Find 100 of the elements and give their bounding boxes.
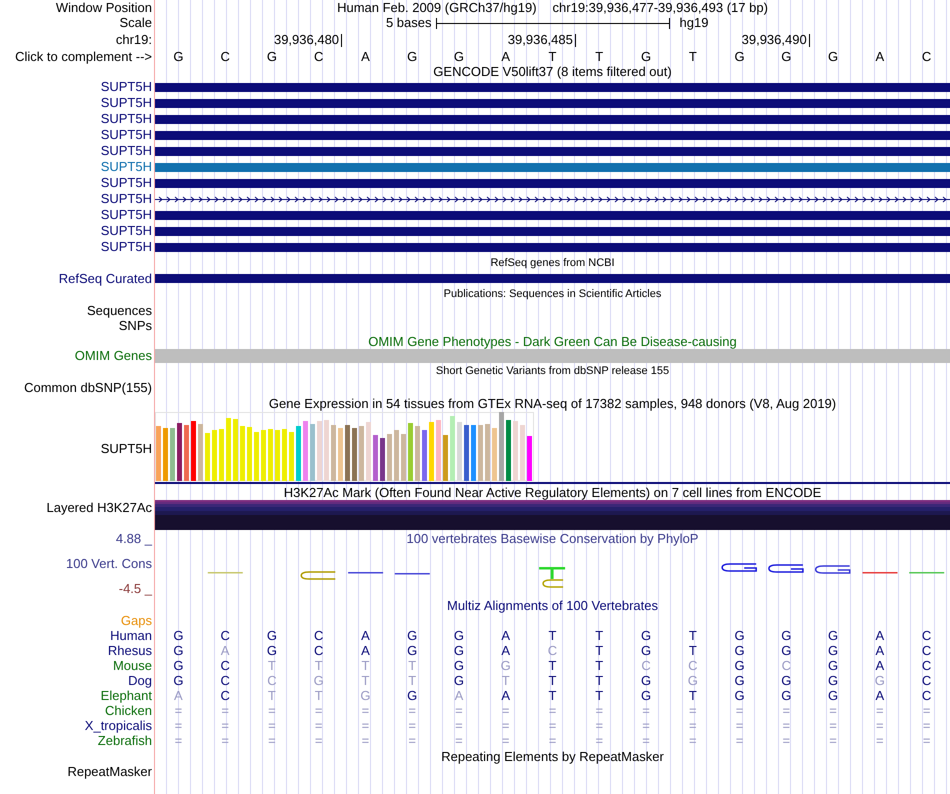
base-letter: C — [220, 674, 230, 688]
base-letter: = — [688, 704, 697, 718]
track-label[interactable]: SUPT5H — [100, 160, 152, 174]
expression-bar — [471, 425, 476, 481]
expression-bar — [191, 421, 196, 481]
ruler-tick — [341, 34, 342, 46]
base-letter: G — [781, 50, 792, 64]
base-letter: G — [173, 644, 184, 658]
track-label[interactable]: OMIM Genes — [74, 349, 152, 363]
track-label[interactable]: SUPT5H — [100, 112, 152, 126]
base-letter: C — [922, 674, 932, 688]
track-label[interactable]: SUPT5H — [100, 176, 152, 190]
track-label[interactable]: Sequences — [86, 304, 152, 318]
track-label[interactable]: SUPT5H — [100, 442, 152, 456]
base-letter: G — [640, 628, 652, 642]
base-letter: T — [408, 658, 416, 672]
track-title: GENCODE V50lift37 (8 items filtered out) — [433, 64, 672, 78]
coordinate-label: 39,936,490 — [742, 33, 807, 47]
species-label[interactable]: Mouse — [112, 658, 152, 672]
logo-glyph — [300, 571, 336, 580]
base-letter: G — [500, 658, 511, 672]
expression-bar — [310, 424, 315, 481]
base-letter: G — [874, 674, 885, 688]
base-letter: G — [173, 658, 184, 672]
base-letter: G — [266, 628, 277, 642]
base-letter: = — [408, 734, 416, 748]
species-label[interactable]: X_tropicalis — [84, 718, 152, 732]
track-label[interactable]: SUPT5H — [100, 240, 152, 254]
species-label[interactable]: Human — [110, 628, 152, 642]
expression-bar — [478, 425, 483, 481]
base-letter: = — [268, 734, 276, 748]
track-label[interactable]: SUPT5H — [100, 192, 152, 206]
base-letter: = — [268, 704, 276, 718]
base-letter: = — [876, 704, 884, 718]
base-letter: G — [640, 644, 652, 658]
expression-bar — [429, 422, 434, 481]
track-label[interactable]: RepeatMasker — [67, 765, 152, 779]
species-label[interactable]: Chicken — [105, 704, 152, 718]
base-letter: G — [734, 688, 745, 702]
track-label[interactable]: SUPT5H — [100, 80, 152, 94]
base-letter: = — [782, 704, 790, 718]
base-letter: G — [454, 644, 464, 658]
row-label: chr19: — [116, 33, 152, 47]
track-label[interactable]: SUPT5H — [100, 144, 152, 158]
base-letter: C — [922, 628, 932, 642]
coordinate-label: 39,936,485 — [508, 33, 573, 47]
base-letter: = — [782, 734, 790, 748]
expression-bar — [422, 430, 427, 481]
base-letter: G — [266, 50, 277, 64]
base-letter: = — [688, 718, 697, 732]
base-letter: A — [501, 50, 510, 64]
base-letter: G — [407, 644, 418, 658]
base-letter: T — [688, 644, 697, 658]
track-label[interactable]: SUPT5H — [100, 96, 152, 110]
base-letter: A — [501, 644, 510, 658]
base-letter: A — [876, 644, 884, 658]
base-letter: = — [174, 718, 182, 732]
base-letter: T — [595, 644, 604, 658]
base-letter: G — [266, 644, 277, 658]
expression-bar — [345, 425, 350, 481]
base-letter: = — [174, 734, 182, 748]
base-letter: G — [734, 658, 745, 672]
expression-bar — [268, 429, 273, 481]
base-letter: A — [174, 688, 183, 702]
base-letter: C — [922, 688, 932, 702]
coordinate-label: 39,936,480 — [274, 33, 340, 47]
base-letter: C — [922, 644, 932, 658]
track-label[interactable]: Layered H3K27Ac — [46, 501, 152, 515]
expression-bar — [527, 436, 532, 481]
species-label[interactable]: Rhesus — [108, 644, 152, 658]
species-label[interactable]: Zebrafish — [98, 734, 152, 748]
track-label[interactable]: SUPT5H — [100, 208, 152, 222]
track-label[interactable]: RefSeq Curated — [58, 272, 152, 286]
base-letter: = — [548, 718, 556, 732]
species-label[interactable]: Elephant — [100, 688, 152, 702]
base-letter: G — [407, 688, 418, 702]
base-letter: T — [408, 674, 416, 688]
expression-bar — [436, 420, 441, 481]
base-letter: G — [781, 674, 792, 688]
base-letter: T — [688, 688, 697, 702]
track-label[interactable]: SUPT5H — [100, 128, 152, 142]
base-letter: = — [642, 718, 650, 732]
base-letter: A — [501, 688, 510, 702]
base-letter: = — [314, 734, 322, 748]
base-letter: G — [173, 628, 184, 642]
track-label[interactable]: SNPs — [118, 319, 152, 334]
track-title: RefSeq genes from NCBI — [490, 256, 615, 270]
base-letter: = — [408, 704, 416, 718]
base-letter: = — [314, 704, 322, 718]
axis-min-label: -4.5 _ — [118, 582, 152, 596]
row-label: Click to complement --> — [15, 50, 152, 64]
expression-bar — [464, 425, 469, 481]
track-label[interactable]: 100 Vert. Cons — [66, 557, 152, 571]
logo-glyph — [814, 565, 850, 574]
track-label[interactable]: SUPT5H — [100, 224, 152, 238]
species-label[interactable]: Dog — [128, 674, 152, 688]
track-label[interactable]: Common dbSNP(155) — [24, 380, 152, 394]
expression-bar — [513, 421, 518, 481]
base-letter: T — [548, 50, 556, 64]
base-letter: C — [220, 688, 230, 702]
